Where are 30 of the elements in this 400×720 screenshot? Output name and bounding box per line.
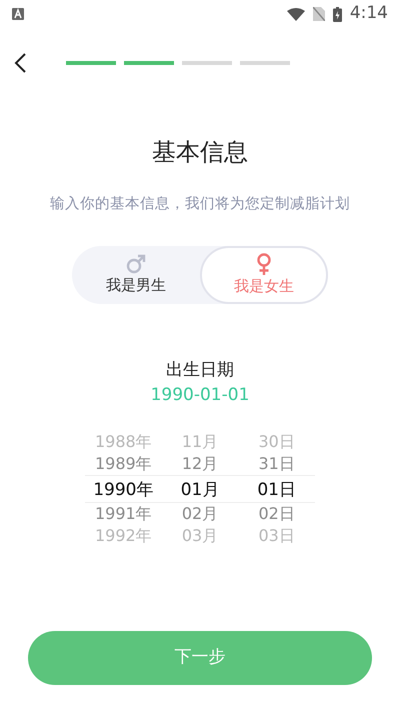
- wifi-icon: [286, 8, 305, 20]
- picker-item[interactable]: 31日: [238, 452, 316, 475]
- picker-item[interactable]: 03日: [238, 524, 316, 547]
- picker-item[interactable]: 1992年: [85, 524, 162, 547]
- picker-item[interactable]: 02日: [238, 502, 316, 525]
- subtitle-text: 输入你的基本信息，我们将为您定制减脂计划: [49, 194, 351, 214]
- picker-item[interactable]: 12月: [162, 452, 238, 475]
- clock-time: 4:14: [350, 2, 388, 26]
- picker-item[interactable]: 02月: [162, 502, 238, 525]
- female-icon: [255, 252, 273, 274]
- picker-item[interactable]: 03月: [162, 524, 238, 547]
- notification-icon: [12, 8, 24, 20]
- picker-item[interactable]: 30日: [238, 430, 316, 453]
- picker-item[interactable]: 01月: [162, 474, 238, 503]
- battery-icon: [332, 6, 342, 22]
- gender-option[interactable]: 我是女生: [200, 246, 328, 304]
- picker-item[interactable]: 1991年: [85, 502, 162, 525]
- male-icon: [126, 254, 146, 274]
- picker-item[interactable]: 11月: [162, 430, 238, 453]
- birth-date-value: 1990-01-01: [150, 384, 250, 408]
- page-title: 基本信息: [151, 137, 249, 168]
- picker-item[interactable]: 01日: [238, 474, 316, 503]
- next-button[interactable]: 下一步: [28, 630, 372, 685]
- picker-item[interactable]: 1990年: [85, 474, 162, 503]
- picker-item[interactable]: 1989年: [85, 452, 162, 475]
- birth-date-label: 出生日期: [165, 358, 235, 382]
- back-icon[interactable]: [14, 53, 26, 73]
- gender-option[interactable]: 我是男生: [72, 246, 200, 304]
- picker-item[interactable]: 1988年: [85, 430, 162, 453]
- no-sim-icon: [312, 7, 325, 21]
